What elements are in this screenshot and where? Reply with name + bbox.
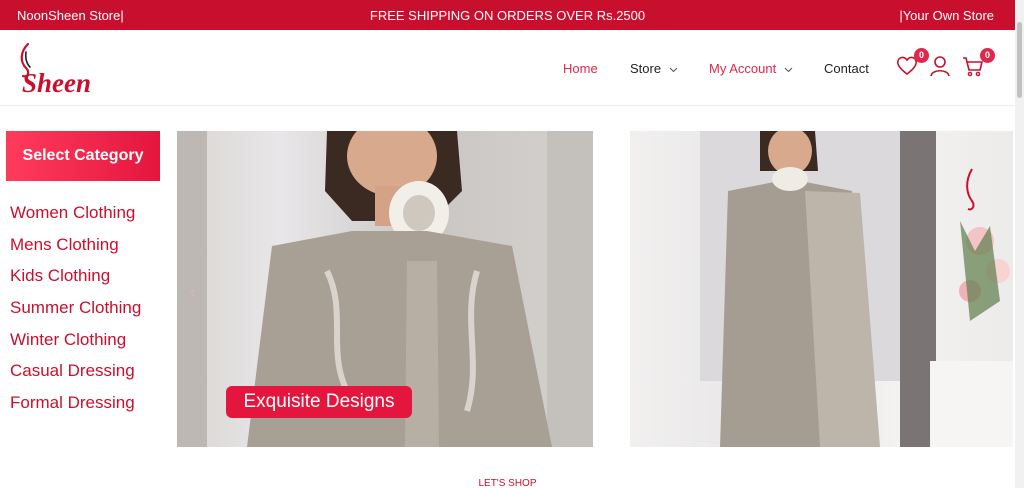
- nav-contact[interactable]: Contact: [824, 61, 869, 76]
- category-list: Women Clothing Mens Clothing Kids Clothi…: [10, 202, 141, 424]
- category-winter-clothing[interactable]: Winter Clothing: [10, 329, 141, 361]
- category-mens-clothing[interactable]: Mens Clothing: [10, 234, 141, 266]
- account-button[interactable]: [928, 54, 954, 80]
- scrollbar-thumb[interactable]: [1017, 22, 1022, 98]
- select-category-label: Select Category: [22, 147, 144, 164]
- free-shipping-text: FREE SHIPPING ON ORDERS OVER Rs.2500: [369, 8, 646, 23]
- hero-slide-image-2[interactable]: [630, 131, 1013, 447]
- category-women-clothing[interactable]: Women Clothing: [10, 202, 141, 234]
- tagline-text: |Your Own Store: [899, 8, 994, 23]
- select-category-heading: Select Category: [6, 131, 160, 181]
- slider-prev-arrow[interactable]: ‹: [190, 282, 196, 303]
- wishlist-count-badge: 0: [914, 48, 929, 63]
- announcement-bar: NoonSheen Store| FREE SHIPPING ON ORDERS…: [0, 0, 1015, 30]
- slide-caption: Exquisite Designs: [243, 391, 395, 412]
- logo-text: Sheen: [22, 68, 91, 98]
- nav-my-account[interactable]: My Account: [709, 61, 793, 76]
- nav-account-label: My Account: [709, 61, 777, 76]
- slide-caption-badge: Exquisite Designs: [226, 386, 412, 418]
- sheen-logo[interactable]: Sheen: [14, 40, 98, 98]
- chevron-down-icon: [669, 67, 678, 72]
- cart-count-badge: 0: [980, 48, 995, 63]
- category-casual-dressing[interactable]: Casual Dressing: [10, 360, 141, 392]
- wishlist-button[interactable]: 0: [895, 48, 929, 80]
- lets-shop-heading: LET'S SHOP: [478, 478, 537, 488]
- model-photo-illustration-2: [700, 131, 1013, 447]
- category-kids-clothing[interactable]: Kids Clothing: [10, 265, 141, 297]
- nav-home[interactable]: Home: [563, 61, 598, 76]
- category-summer-clothing[interactable]: Summer Clothing: [10, 297, 141, 329]
- category-formal-dressing[interactable]: Formal Dressing: [10, 392, 141, 424]
- user-icon: [930, 56, 950, 77]
- nav-store-label: Store: [630, 61, 662, 76]
- site-header: Sheen Home Store My Account Contact 0 0: [0, 30, 1015, 106]
- cart-button[interactable]: 0: [961, 48, 995, 80]
- nav-store[interactable]: Store: [630, 61, 678, 76]
- page-scrollbar[interactable]: [1015, 0, 1024, 488]
- chevron-down-icon: [784, 67, 793, 72]
